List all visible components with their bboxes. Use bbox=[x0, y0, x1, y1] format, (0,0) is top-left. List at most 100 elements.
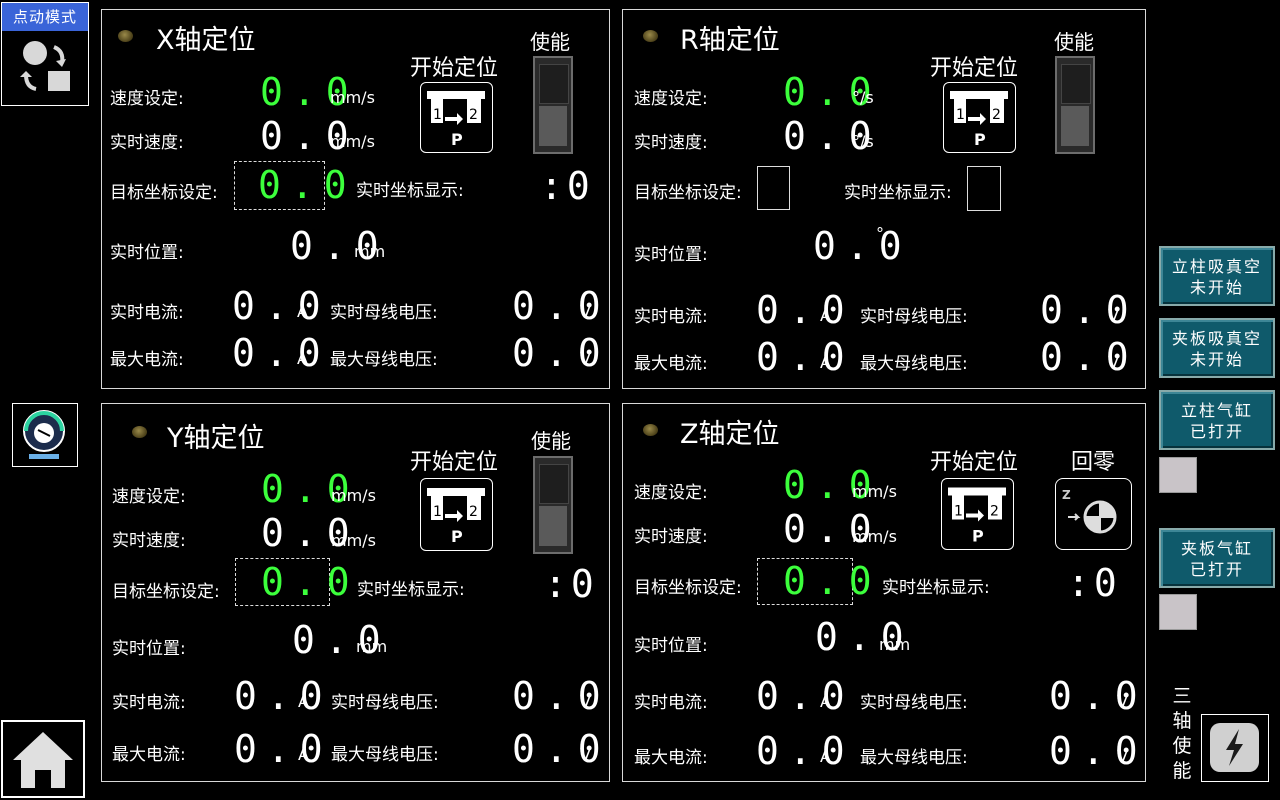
x-target-label: 目标坐标设定: bbox=[110, 183, 218, 203]
plate-vacuum-label: 夹板吸真空 bbox=[1171, 329, 1262, 348]
y-start-label: 开始定位 bbox=[410, 450, 499, 475]
z-real-speed-label: 实时速度: bbox=[634, 527, 708, 547]
y-max-current-unit: A bbox=[298, 745, 309, 764]
plate-vacuum-button[interactable]: 夹板吸真空 未开始 bbox=[1159, 318, 1275, 378]
z-real-current-value: 0.0 bbox=[756, 674, 855, 718]
home-button[interactable] bbox=[1, 720, 85, 798]
x-status-indicator bbox=[118, 30, 133, 42]
y-enable-switch[interactable] bbox=[533, 456, 573, 554]
z-status-indicator bbox=[643, 424, 658, 436]
plate-cylinder-indicator bbox=[1159, 594, 1197, 630]
y-max-bus-v-label: 最大母线电压: bbox=[331, 745, 439, 765]
plate-cylinder-status: 已打开 bbox=[1189, 560, 1244, 579]
z-start-positioning-button[interactable]: 1 2 P bbox=[941, 478, 1014, 550]
r-speed-set-unit: °/s bbox=[852, 88, 874, 107]
y-speed-set-label: 速度设定: bbox=[112, 487, 186, 507]
r-start-label: 开始定位 bbox=[930, 56, 1019, 81]
z-speed-set-label: 速度设定: bbox=[634, 483, 708, 503]
r-real-current-value: 0.0 bbox=[756, 288, 855, 332]
z-real-pos-label: 实时位置: bbox=[634, 636, 708, 656]
svg-text:2: 2 bbox=[469, 504, 478, 520]
z-target-label: 目标坐标设定: bbox=[634, 578, 742, 598]
jog-mode-label: 点动模式 bbox=[2, 3, 88, 31]
three-axis-enable-button[interactable] bbox=[1201, 714, 1269, 782]
jog-mode-icon bbox=[20, 41, 70, 91]
column-cylinder-button[interactable]: 立柱气缸 已打开 bbox=[1159, 390, 1275, 450]
home-icon bbox=[13, 732, 73, 788]
x-real-current-label: 实时电流: bbox=[110, 303, 184, 323]
column-cylinder-status: 已打开 bbox=[1189, 422, 1244, 441]
r-coord-label: 实时坐标显示: bbox=[844, 183, 952, 203]
r-target-label: 目标坐标设定: bbox=[634, 183, 742, 203]
x-max-bus-v-value: 0.0 bbox=[512, 331, 611, 375]
x-real-current-unit: A bbox=[297, 302, 308, 321]
r-start-positioning-button[interactable]: 1 2 P bbox=[943, 82, 1016, 153]
jog-mode-button[interactable]: 点动模式 bbox=[1, 2, 89, 106]
r-enable-switch[interactable] bbox=[1055, 56, 1095, 154]
z-home-button[interactable]: Z bbox=[1055, 478, 1132, 550]
x-enable-switch[interactable] bbox=[533, 56, 573, 154]
z-real-bus-v-value: 0.0 bbox=[1049, 674, 1148, 718]
z-coord-label: 实时坐标显示: bbox=[882, 578, 990, 598]
r-max-current-value: 0.0 bbox=[756, 335, 855, 379]
svg-text:1: 1 bbox=[954, 504, 963, 520]
z-max-bus-v-label: 最大母线电压: bbox=[860, 748, 968, 768]
y-real-current-unit: A bbox=[298, 692, 309, 711]
x-real-bus-v-value: 0.0 bbox=[512, 284, 611, 328]
y-real-bus-v-value: 0.0 bbox=[512, 674, 611, 718]
z-panel-title: Z轴定位 bbox=[680, 419, 780, 450]
z-max-bus-v-unit: V bbox=[1117, 747, 1128, 766]
x-coord-value: :0 bbox=[540, 164, 594, 208]
x-start-positioning-button[interactable]: 1 2 P bbox=[420, 82, 493, 153]
y-real-current-value: 0.0 bbox=[234, 674, 333, 718]
y-real-pos-label: 实时位置: bbox=[112, 639, 186, 659]
svg-text:2: 2 bbox=[990, 504, 999, 520]
column-vacuum-status: 未开始 bbox=[1189, 278, 1244, 297]
x-speed-set-label: 速度设定: bbox=[110, 89, 184, 109]
r-max-current-label: 最大电流: bbox=[634, 354, 708, 374]
x-real-speed-label: 实时速度: bbox=[110, 133, 184, 153]
z-coord-value: :0 bbox=[1067, 561, 1121, 605]
x-real-pos-label: 实时位置: bbox=[110, 243, 184, 263]
x-panel-title: X轴定位 bbox=[156, 25, 256, 56]
svg-text:P: P bbox=[972, 527, 984, 546]
z-max-current-label: 最大电流: bbox=[634, 748, 708, 768]
y-start-positioning-button[interactable]: 1 2 P bbox=[420, 478, 493, 551]
r-real-pos-value: 0.0 bbox=[813, 224, 912, 268]
r-speed-set-label: 速度设定: bbox=[634, 89, 708, 109]
x-real-pos-unit: mm bbox=[354, 242, 386, 261]
y-real-bus-v-unit: V bbox=[580, 692, 591, 711]
y-coord-value: :0 bbox=[544, 562, 598, 606]
svg-text:1: 1 bbox=[956, 107, 965, 123]
x-max-current-value: 0.0 bbox=[232, 331, 331, 375]
y-max-current-label: 最大电流: bbox=[112, 745, 186, 765]
r-real-current-unit: A bbox=[820, 306, 831, 325]
positioning-icon: 1 2 P bbox=[950, 91, 1008, 149]
three-axis-enable-label: 三 轴 使 能 bbox=[1172, 685, 1192, 782]
r-real-bus-v-value: 0.0 bbox=[1040, 288, 1139, 332]
y-coord-label: 实时坐标显示: bbox=[357, 580, 465, 600]
y-real-bus-v-label: 实时母线电压: bbox=[331, 693, 439, 713]
y-speed-set-unit: mm/s bbox=[331, 486, 376, 505]
r-real-speed-unit: °/s bbox=[852, 132, 874, 151]
y-max-bus-v-unit: V bbox=[580, 745, 591, 764]
svg-text:2: 2 bbox=[992, 107, 1001, 123]
x-coord-label: 实时坐标显示: bbox=[356, 181, 464, 201]
z-real-bus-v-unit: V bbox=[1117, 692, 1128, 711]
r-target-input[interactable] bbox=[757, 166, 790, 210]
y-real-pos-unit: mm bbox=[356, 637, 388, 656]
z-real-bus-v-label: 实时母线电压: bbox=[860, 693, 968, 713]
plate-cylinder-button[interactable]: 夹板气缸 已打开 bbox=[1159, 528, 1275, 588]
svg-text:1: 1 bbox=[433, 504, 442, 520]
r-status-indicator bbox=[643, 30, 658, 42]
column-vacuum-button[interactable]: 立柱吸真空 未开始 bbox=[1159, 246, 1275, 306]
svg-text:P: P bbox=[451, 130, 463, 149]
x-real-bus-v-label: 实时母线电压: bbox=[330, 303, 438, 323]
gauge-button[interactable] bbox=[12, 403, 78, 467]
r-panel-title: R轴定位 bbox=[680, 25, 780, 56]
z-max-current-unit: A bbox=[820, 747, 831, 766]
z-max-current-value: 0.0 bbox=[756, 729, 855, 773]
x-target-value: 0.0 bbox=[258, 163, 357, 207]
x-max-bus-v-unit: V bbox=[580, 349, 591, 368]
r-real-pos-label: 实时位置: bbox=[634, 245, 708, 265]
